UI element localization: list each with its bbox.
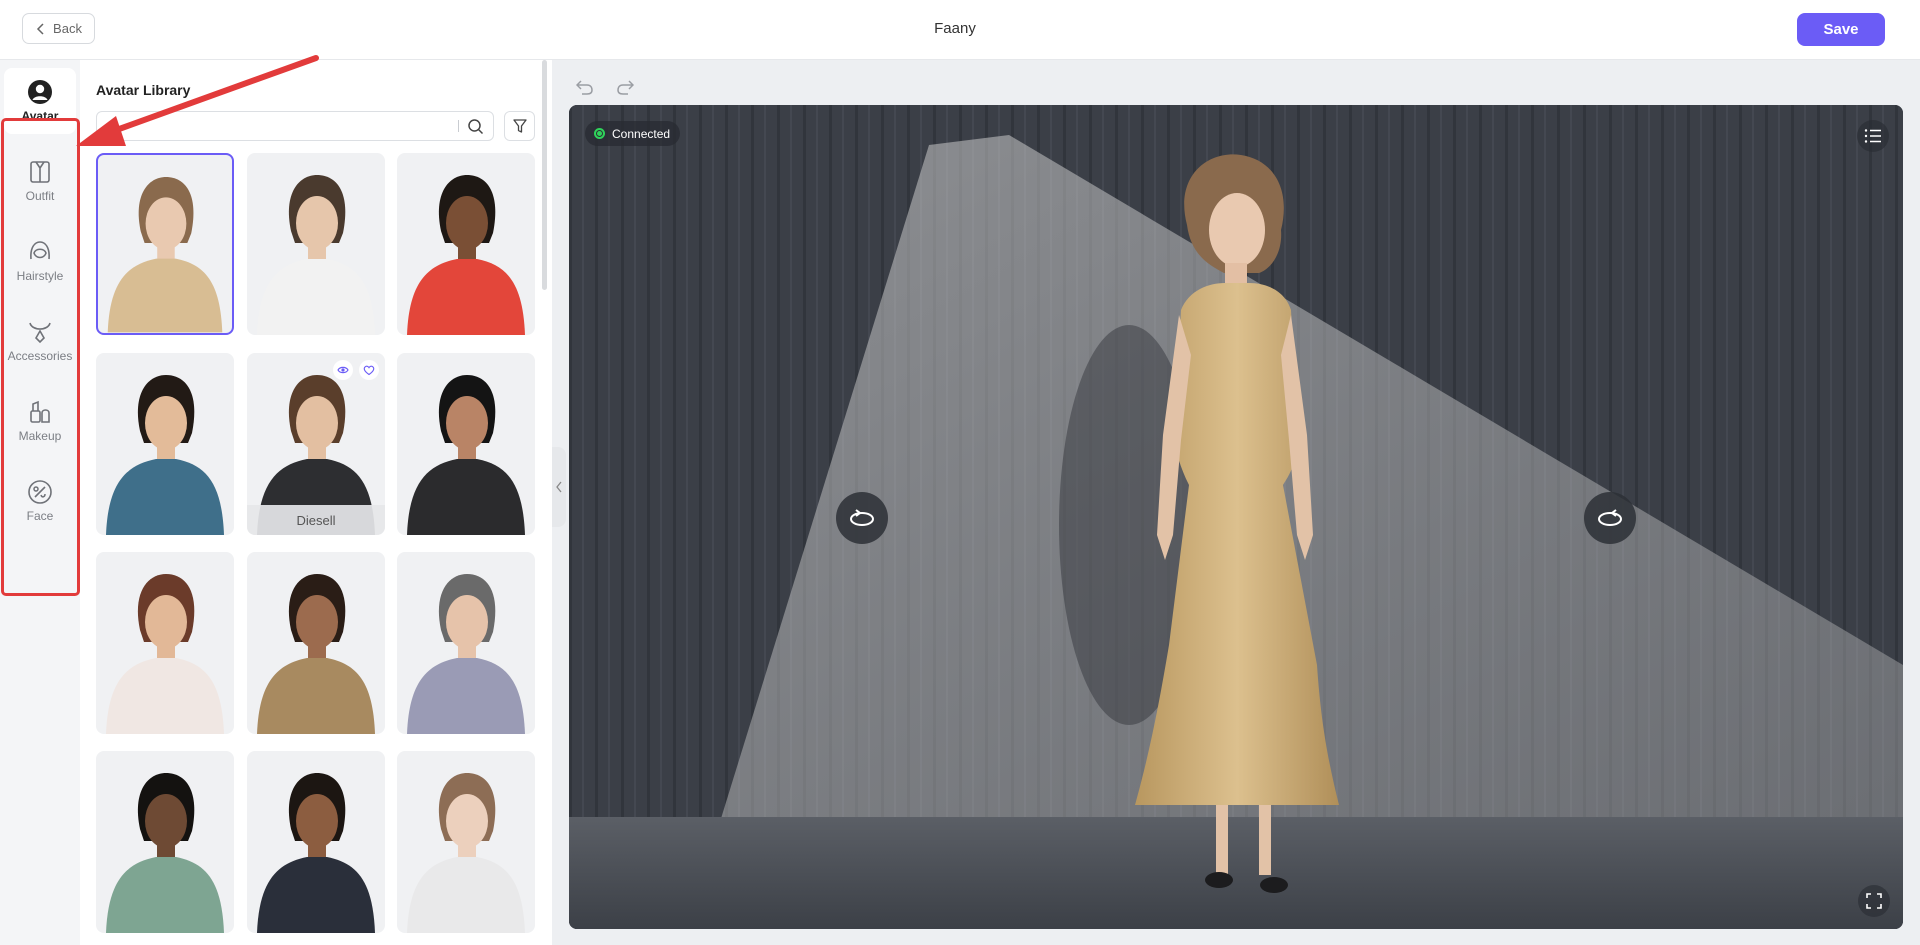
- undo-icon: [576, 80, 593, 95]
- avatar-thumbnail: [407, 574, 525, 734]
- rail-item-label: Outfit: [25, 189, 55, 203]
- rotate-left-button[interactable]: [836, 492, 888, 544]
- avatar-card[interactable]: [96, 153, 234, 335]
- avatar-card[interactable]: [247, 751, 385, 933]
- save-button[interactable]: Save: [1797, 13, 1885, 46]
- hairstyle-icon: [30, 241, 50, 260]
- avatar-thumbnail: [407, 175, 525, 335]
- avatar-card[interactable]: [96, 552, 234, 734]
- filter-button[interactable]: [504, 111, 535, 141]
- search-box: [96, 111, 494, 141]
- avatar-thumbnail: [257, 773, 375, 933]
- rail-item-avatar[interactable]: Avatar: [4, 68, 76, 134]
- library-title: Avatar Library: [96, 82, 191, 98]
- avatar-3d-scene: [569, 105, 1903, 929]
- avatar-thumbnail: [107, 177, 223, 333]
- rail-item-label: Hairstyle: [16, 269, 64, 283]
- avatar-card[interactable]: [247, 552, 385, 734]
- avatar-thumbnail: [407, 375, 525, 535]
- avatar-thumbnail: [257, 574, 375, 734]
- undo-button[interactable]: [573, 76, 597, 98]
- avatar-name-title: Faany: [934, 20, 976, 37]
- avatar-card[interactable]: [397, 353, 535, 535]
- avatar-card[interactable]: [397, 552, 535, 734]
- avatar-thumbnail: [407, 773, 525, 933]
- avatar-thumbnail: [106, 574, 224, 734]
- rail-item-outfit[interactable]: Outfit: [4, 148, 76, 214]
- eye-icon: [337, 366, 349, 374]
- face-icon: [28, 480, 52, 504]
- menu-list-button[interactable]: [1857, 120, 1889, 152]
- avatar-thumbnail: [257, 175, 375, 335]
- rotate-right-icon: [1598, 509, 1622, 526]
- user-circle-icon: [28, 80, 52, 104]
- redo-icon: [617, 80, 634, 95]
- rotate-left-icon: [850, 509, 874, 526]
- search-input[interactable]: [97, 112, 437, 140]
- category-rail: Avatar Outfit Hairstyle Accessories Make…: [0, 60, 80, 945]
- redo-button[interactable]: [613, 76, 637, 98]
- rail-item-label: Face: [26, 509, 54, 523]
- avatar-card[interactable]: [247, 153, 385, 335]
- rail-item-accessories[interactable]: Accessories: [4, 308, 76, 374]
- preview-button[interactable]: [333, 360, 353, 380]
- rail-item-label: Makeup: [18, 429, 62, 443]
- rail-item-makeup[interactable]: Makeup: [4, 388, 76, 454]
- makeup-icon: [30, 400, 50, 423]
- connection-status-text: Connected: [612, 126, 671, 141]
- necklace-icon: [29, 322, 51, 344]
- avatar-card[interactable]: Diesell: [247, 353, 385, 535]
- connection-status-badge: Connected: [585, 121, 681, 146]
- rotate-right-button[interactable]: [1584, 492, 1636, 544]
- avatar-card-name: Diesell: [247, 505, 385, 535]
- search-icon[interactable]: [467, 118, 484, 135]
- chevron-left-icon: [556, 481, 562, 493]
- rail-item-label: Avatar: [21, 109, 59, 123]
- search-divider: [458, 120, 459, 132]
- avatar-preview-viewport[interactable]: Connected: [569, 105, 1903, 929]
- collapse-panel-handle[interactable]: [552, 447, 566, 527]
- fullscreen-icon: [1866, 893, 1882, 909]
- avatar-thumbnail: [106, 773, 224, 933]
- list-icon: [1864, 129, 1881, 143]
- avatar-card[interactable]: [96, 353, 234, 535]
- shirt-icon: [30, 161, 50, 183]
- filter-icon: [512, 119, 527, 133]
- avatar-library-panel: Avatar Library Diesell: [80, 60, 552, 945]
- top-bar: Back Faany Save: [0, 0, 1920, 60]
- avatar-card[interactable]: [96, 751, 234, 933]
- avatar-card[interactable]: [397, 153, 535, 335]
- status-dot-icon: [594, 128, 605, 139]
- avatar-card[interactable]: [397, 751, 535, 933]
- rail-item-face[interactable]: Face: [4, 468, 76, 534]
- rail-item-label: Accessories: [7, 349, 73, 363]
- favorite-button[interactable]: [359, 360, 379, 380]
- heart-icon: [363, 365, 375, 376]
- avatar-thumbnail: [106, 375, 224, 535]
- fullscreen-button[interactable]: [1858, 885, 1890, 917]
- library-scrollbar[interactable]: [542, 60, 547, 290]
- rail-item-hairstyle[interactable]: Hairstyle: [4, 228, 76, 294]
